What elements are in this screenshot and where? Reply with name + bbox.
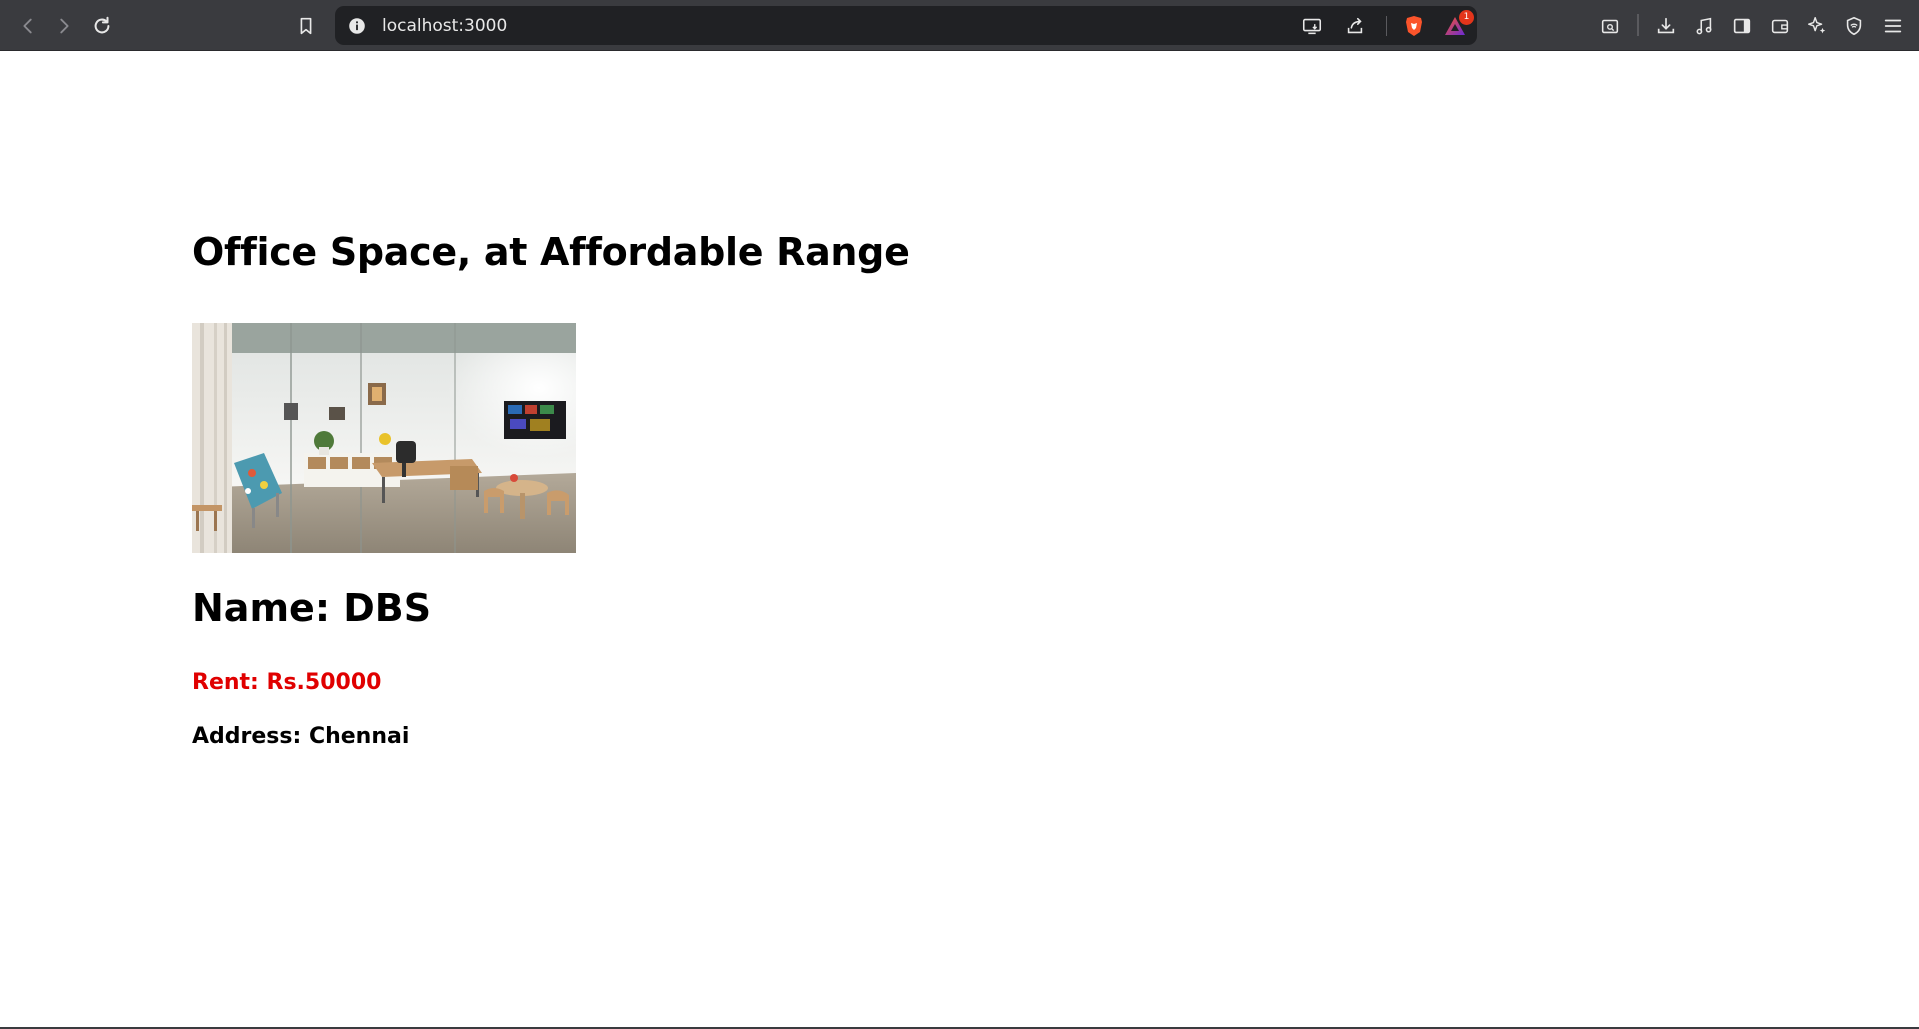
brave-shields-icon — [1406, 16, 1422, 36]
office-image — [192, 323, 576, 553]
install-app-button[interactable] — [1299, 14, 1325, 38]
browser-toolbar: localhost:3000 1 — [0, 0, 1919, 51]
back-button[interactable] — [12, 10, 44, 42]
notification-badge: 1 — [1459, 10, 1474, 25]
page-title: Office Space, at Affordable Range — [192, 230, 910, 274]
downloads-icon — [1657, 17, 1675, 34]
wallet-icon — [1771, 19, 1789, 34]
bookmark-button[interactable] — [290, 10, 322, 42]
reload-button[interactable] — [86, 10, 118, 42]
property-name: Name: DBS — [192, 586, 432, 630]
reader-mode-icon — [1601, 19, 1619, 34]
property-address: Address: Chennai — [192, 724, 410, 749]
share-button[interactable] — [1342, 14, 1368, 38]
brave-rewards-button[interactable]: 1 — [1442, 10, 1474, 38]
leo-ai-button[interactable] — [1801, 10, 1833, 42]
sidebar-button[interactable] — [1726, 10, 1758, 42]
wallet-button[interactable] — [1764, 10, 1796, 42]
forward-button[interactable] — [48, 10, 80, 42]
forward-icon — [60, 18, 69, 34]
url-text[interactable]: localhost:3000 — [382, 16, 507, 36]
media-button[interactable] — [1688, 10, 1720, 42]
toolbar-divider — [1637, 14, 1639, 36]
menu-button[interactable] — [1877, 10, 1909, 42]
menu-icon — [1884, 19, 1902, 33]
address-bar[interactable]: localhost:3000 1 — [335, 6, 1477, 45]
media-icon — [1696, 17, 1712, 35]
site-info-icon[interactable] — [346, 15, 368, 37]
rent-amount: Rent: Rs.50000 — [192, 670, 382, 695]
reader-mode-button[interactable] — [1594, 10, 1626, 42]
back-icon — [23, 18, 32, 34]
leo-ai-icon — [1808, 17, 1826, 34]
bookmark-icon — [300, 17, 312, 35]
office-room-illustration — [192, 323, 576, 553]
downloads-button[interactable] — [1650, 10, 1682, 42]
reload-icon — [94, 16, 110, 34]
page-content: Office Space, at Affordable Range Name: … — [192, 230, 1792, 749]
vpn-button[interactable] — [1838, 10, 1870, 42]
share-icon — [1347, 17, 1363, 34]
brave-shields-button[interactable] — [1401, 14, 1427, 38]
vpn-icon — [1846, 16, 1862, 36]
install-app-icon — [1302, 18, 1322, 35]
address-bar-divider — [1386, 16, 1387, 36]
sidebar-icon — [1733, 18, 1751, 34]
